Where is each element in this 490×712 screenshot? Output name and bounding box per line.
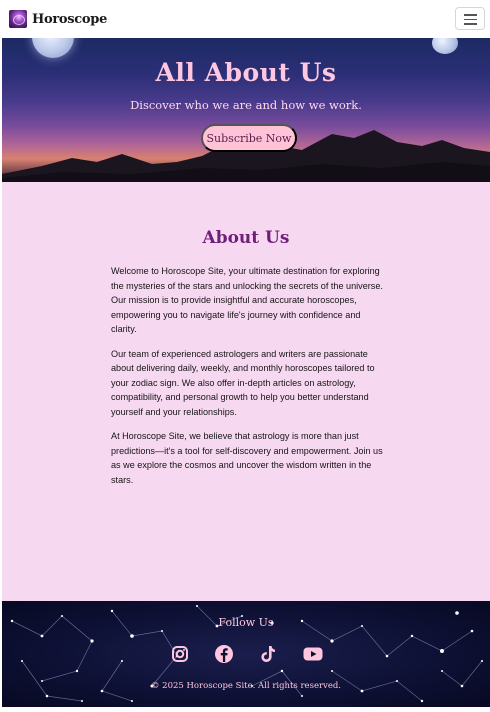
hamburger-menu-icon[interactable] <box>455 7 485 30</box>
moon-icon <box>432 38 458 54</box>
youtube-icon[interactable] <box>302 643 324 665</box>
brand-link[interactable]: Horoscope <box>9 9 107 29</box>
about-paragraph: Our team of experienced astrologers and … <box>111 348 375 417</box>
about-paragraph: Welcome to Horoscope Site, your ultimate… <box>111 266 383 334</box>
about-body: Welcome to Horoscope Site, your ultimate… <box>111 264 387 497</box>
about-section: About Us Welcome to Horoscope Site, your… <box>2 182 490 601</box>
facebook-icon[interactable] <box>213 643 235 665</box>
hero-title: All About Us <box>155 58 337 87</box>
hero-banner: All About Us Discover who we are and how… <box>2 38 490 182</box>
tiktok-icon[interactable] <box>257 643 279 665</box>
about-paragraph: At Horoscope Site, we believe that astro… <box>111 431 383 485</box>
footer: Follow Us © 2025 Horoscope Site. All rig… <box>2 601 490 707</box>
navbar: Horoscope <box>0 0 490 38</box>
brand-name: Horoscope <box>32 11 108 27</box>
hero-subtitle: Discover who we are and how we work. <box>130 98 362 112</box>
about-heading: About Us <box>202 228 290 248</box>
follow-us-label: Follow Us <box>218 616 274 629</box>
moon-icon <box>32 38 74 58</box>
social-links <box>2 643 490 665</box>
copyright-text: © 2025 Horoscope Site. All rights reserv… <box>150 681 342 691</box>
instagram-icon[interactable] <box>169 643 191 665</box>
subscribe-button[interactable]: Subscribe Now <box>201 124 297 152</box>
horoscope-logo-icon <box>9 10 27 28</box>
